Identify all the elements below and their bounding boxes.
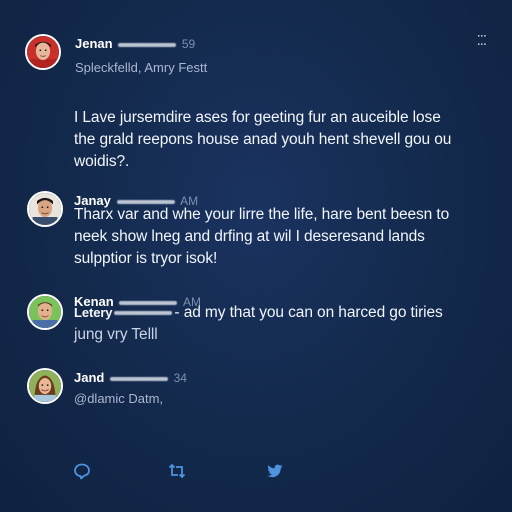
avatar-image: [29, 193, 61, 225]
post-text-line: woidis?.: [74, 153, 130, 170]
reply-handle-redacted: [114, 310, 173, 315]
reply-author-second-name[interactable]: Letery: [74, 305, 113, 320]
reply-text-line: jung vry Telll: [74, 326, 158, 343]
reply-handle-redacted: [116, 199, 175, 204]
reply-text-line: sulpptior is tryor isok!: [74, 250, 218, 267]
avatar-image: [29, 296, 61, 328]
reply-name-line[interactable]: Jand 34: [74, 370, 187, 386]
reply-text-line: Tharx var and whe your lirre the life, h…: [74, 206, 450, 223]
reply-handle-redacted: [109, 376, 168, 381]
author-name-line[interactable]: Jenan 59: [75, 36, 195, 52]
post-location: Spleckfelld, Amry Festt: [75, 60, 208, 75]
retweet-icon[interactable]: [168, 462, 186, 480]
post-text-line: the grald reepons house anad youh hent s…: [74, 131, 452, 148]
reply-author-name[interactable]: Jand: [74, 370, 104, 385]
more-options-icon[interactable]: ⁚⁚⁚: [477, 34, 487, 47]
post-text-line: I Lave jursemdire ases for geeting fur a…: [74, 109, 441, 126]
author-avatar[interactable]: [25, 34, 61, 70]
author-name[interactable]: Jenan: [75, 36, 113, 51]
post-time: 59: [181, 37, 196, 51]
reply-avatar[interactable]: [27, 294, 63, 330]
bird-icon[interactable]: [266, 462, 284, 480]
reply-avatar[interactable]: [27, 368, 63, 404]
retweet-icon-graphic: [168, 463, 186, 479]
author-handle-redacted: [118, 42, 177, 47]
reply-time: 34: [173, 371, 187, 385]
reply-icon-graphic: [74, 463, 90, 480]
reply-body: Letery - ad my that you can on harced go …: [74, 302, 494, 346]
reply-text-line: neek show lneg and drfing at wil I deser…: [74, 228, 425, 245]
conversation-thread: Jenan 59 Spleckfelld, Amry Festt ⁚⁚⁚ I L…: [0, 0, 512, 512]
avatar-image: [29, 370, 61, 402]
reply-avatar[interactable]: [27, 191, 63, 227]
bird-icon-graphic: [267, 464, 283, 478]
reply-body: Tharx var and whe your lirre the life, h…: [74, 204, 494, 270]
reply-text-line: Letery - ad my that you can on harced go …: [74, 302, 494, 324]
reply-text: - ad my that you can on harced go tiries: [174, 304, 443, 321]
reply-icon[interactable]: [73, 462, 91, 480]
avatar-image: [27, 36, 59, 68]
reply-mention[interactable]: @dlamic Datm,: [74, 391, 163, 407]
post-body: I Lave jursemdire ases for geeting fur a…: [74, 107, 494, 173]
